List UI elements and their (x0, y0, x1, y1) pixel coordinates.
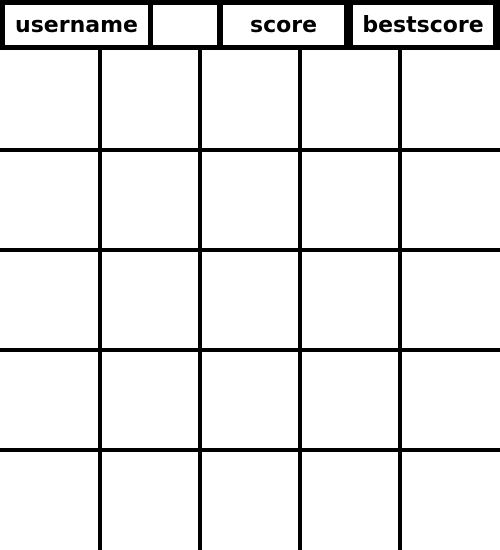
score-label: score (223, 5, 344, 45)
grid-line-vertical (98, 50, 102, 550)
board-cell[interactable] (202, 452, 298, 550)
grid-line-vertical (398, 50, 402, 550)
board-cell[interactable] (102, 50, 198, 148)
board-cell[interactable] (0, 452, 98, 550)
board-cell[interactable] (102, 352, 198, 448)
board-cell[interactable] (202, 50, 298, 148)
blank-header-box (153, 5, 217, 45)
board-cell[interactable] (0, 50, 98, 148)
username-label: username (5, 5, 148, 45)
board-cell[interactable] (0, 352, 98, 448)
board-cell[interactable] (302, 152, 398, 248)
board-cell[interactable] (0, 252, 98, 348)
board-cell[interactable] (0, 152, 98, 248)
grid-line-horizontal (0, 148, 500, 152)
grid-line-vertical (298, 50, 302, 550)
board-cell[interactable] (102, 452, 198, 550)
board-cell[interactable] (402, 452, 500, 550)
game-board[interactable] (0, 50, 500, 550)
bestscore-label: bestscore (353, 5, 493, 45)
grid-line-horizontal (0, 248, 500, 252)
board-cell[interactable] (402, 252, 500, 348)
grid-line-vertical (198, 50, 202, 550)
board-cell[interactable] (102, 252, 198, 348)
board-cell[interactable] (402, 352, 500, 448)
board-cell[interactable] (402, 152, 500, 248)
grid-line-horizontal (0, 348, 500, 352)
board-cell[interactable] (302, 452, 398, 550)
board-cell[interactable] (302, 252, 398, 348)
board-cell[interactable] (102, 152, 198, 248)
board-cell[interactable] (402, 50, 500, 148)
board-cell[interactable] (302, 352, 398, 448)
board-cell[interactable] (202, 352, 298, 448)
board-cell[interactable] (302, 50, 398, 148)
grid-line-horizontal (0, 448, 500, 452)
board-cell[interactable] (202, 152, 298, 248)
board-cell[interactable] (202, 252, 298, 348)
